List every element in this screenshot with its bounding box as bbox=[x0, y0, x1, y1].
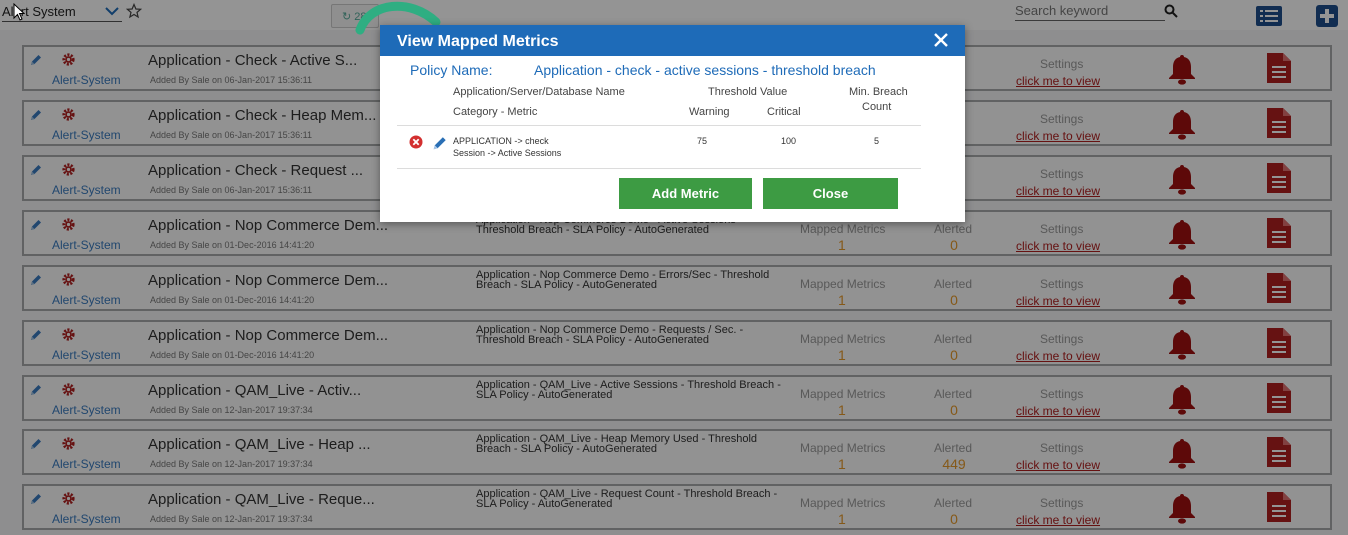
header-category-metric: Category - Metric bbox=[453, 106, 538, 118]
add-metric-button[interactable]: Add Metric bbox=[619, 178, 752, 209]
view-mapped-metrics-dialog: View Mapped Metrics Policy Name: Applica… bbox=[380, 25, 965, 222]
mouse-cursor-icon bbox=[13, 3, 25, 21]
header-app-name: Application/Server/Database Name bbox=[453, 86, 625, 98]
edit-metric-icon[interactable] bbox=[432, 135, 448, 151]
metric-warning-value: 75 bbox=[697, 136, 708, 146]
header-threshold-value: Threshold Value bbox=[708, 86, 788, 98]
header-critical: Critical bbox=[767, 106, 801, 118]
table-header-divider bbox=[397, 125, 921, 126]
delete-icon[interactable] bbox=[409, 135, 423, 149]
dialog-title: View Mapped Metrics bbox=[397, 33, 559, 50]
metric-category: Session -> Active Sessions bbox=[453, 148, 562, 158]
close-icon[interactable] bbox=[930, 29, 952, 51]
metric-breach-count: 5 bbox=[874, 136, 880, 146]
metric-row: APPLICATION -> check Session -> Active S… bbox=[453, 135, 561, 159]
metric-critical-value: 100 bbox=[781, 136, 797, 146]
metric-application: APPLICATION -> check bbox=[453, 136, 549, 146]
table-bottom-divider bbox=[397, 168, 921, 169]
policy-name-label: Policy Name: bbox=[410, 62, 493, 78]
header-count: Count bbox=[862, 101, 892, 113]
header-warning: Warning bbox=[689, 106, 730, 118]
policy-name-value: Application - check - active sessions - … bbox=[534, 62, 876, 78]
dialog-header: View Mapped Metrics bbox=[380, 25, 965, 56]
header-min-breach: Min. Breach bbox=[849, 86, 908, 98]
close-button[interactable]: Close bbox=[763, 178, 898, 209]
